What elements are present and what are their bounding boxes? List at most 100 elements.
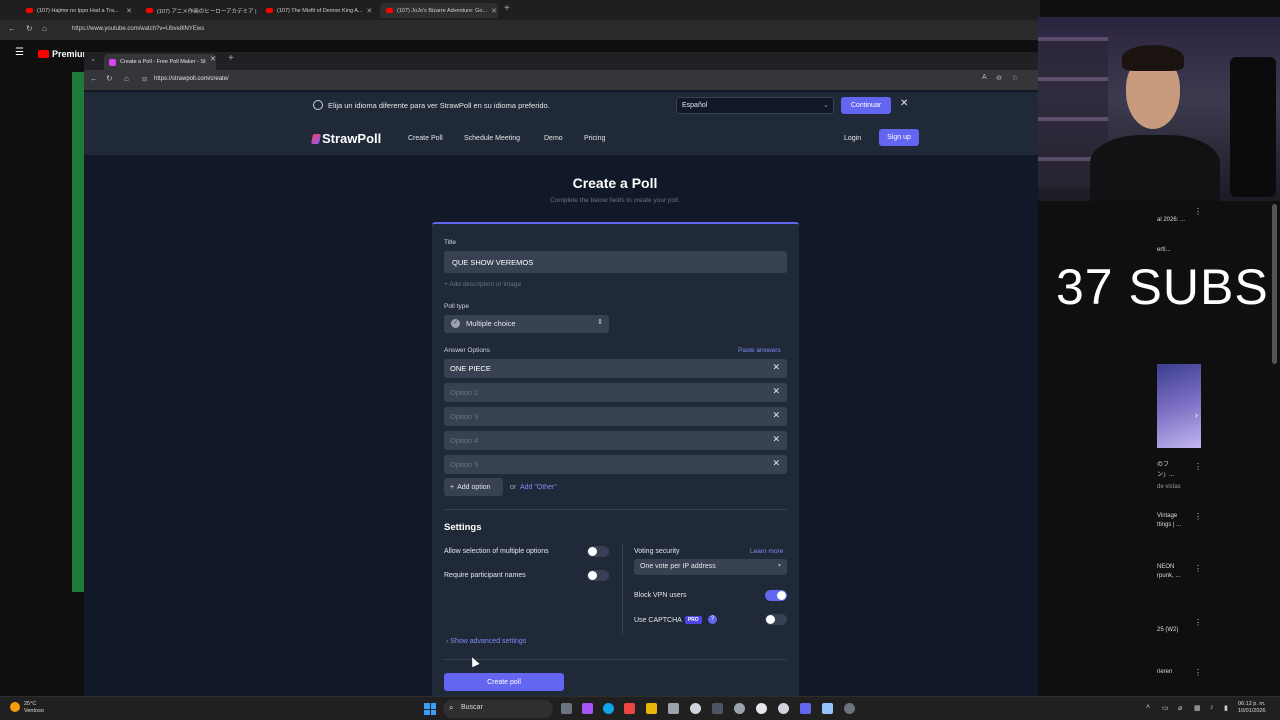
recommendation-title[interactable]: al 2026: ... [1157,216,1185,224]
star-icon[interactable]: ☆ [1012,74,1018,82]
recommendation-title[interactable]: ttings | ... [1157,521,1181,529]
require-names-toggle[interactable] [587,570,609,581]
back-icon[interactable]: ← [8,24,16,33]
chevron-right-icon[interactable]: › [1195,410,1198,420]
close-icon[interactable]: ✕ [900,98,908,109]
close-icon[interactable]: ✕ [210,55,216,63]
allow-multiple-toggle[interactable] [587,546,609,557]
remove-option-icon[interactable]: ✕ [772,410,780,421]
taskbar-search[interactable]: ⌕ Buscar [443,700,553,718]
continue-button[interactable]: Continuar [841,97,891,114]
tray-icon[interactable]: ⌀ [1178,704,1182,712]
app-icon[interactable] [668,703,679,714]
recommendation-title[interactable]: NEON [1157,563,1174,571]
option-input-1[interactable]: ONE PIECE ✕ [444,359,787,378]
windows-start-icon[interactable] [424,703,436,715]
app-icon[interactable] [822,703,833,714]
tray-chevron-icon[interactable]: ˄ [1146,704,1150,711]
close-icon[interactable]: ✕ [491,7,497,15]
recommendation-title[interactable]: ertí... [1157,246,1171,254]
youtube-logo[interactable]: Premium [38,49,91,59]
nav-demo[interactable]: Demo [544,135,563,142]
nav-create-poll[interactable]: Create Poll [408,135,443,142]
recommendation-title[interactable]: のフ [1157,461,1169,469]
obs-icon[interactable] [756,703,767,714]
new-tab-icon[interactable]: + [228,53,234,64]
discord-icon[interactable] [800,703,811,714]
option-input-5[interactable]: Option 5 ✕ [444,455,787,474]
paste-answers-link[interactable]: Paste answers [738,347,781,354]
strawpoll-logo[interactable]: StrawPoll [310,131,381,146]
remove-option-icon[interactable]: ✕ [772,458,780,469]
outer-tab[interactable]: (107) The Misfit of Demon King A... ✕ [260,3,378,18]
show-advanced-settings[interactable]: › Show advanced settings [446,638,526,645]
use-captcha-toggle[interactable] [765,614,787,625]
recommendation-title[interactable]: rpunk, ... [1157,572,1180,580]
remove-option-icon[interactable]: ✕ [772,362,780,373]
add-description-link[interactable]: + Add description or image [444,281,521,288]
recommendation-title[interactable]: 25 (W2) [1157,626,1178,634]
app-icon[interactable] [690,703,701,714]
recommendation-title[interactable]: Vintage [1157,512,1177,520]
brave-icon[interactable] [624,703,635,714]
title-input[interactable]: QUE SHOW VEREMOS [444,251,787,273]
nav-schedule-meeting[interactable]: Schedule Meeting [464,135,520,142]
weather-icon[interactable] [10,702,20,712]
outer-tab[interactable]: (107) Hajime no Ippo Had a Tra... ✕ [20,3,138,18]
close-icon[interactable]: ✕ [367,7,373,15]
volume-icon[interactable]: ♪ [1210,704,1214,711]
poll-type-select[interactable]: ✓ Multiple choice ⇕ [444,315,609,333]
voting-security-select[interactable]: One vote per IP address ▾ [634,559,787,575]
add-option-button[interactable]: + Add option [444,478,503,496]
more-icon[interactable]: ⋮ [1194,668,1202,677]
app-icon[interactable] [844,703,855,714]
add-other-link[interactable]: Add "Other" [520,484,557,491]
inner-tab-active[interactable]: Create a Poll - Free Poll Maker - St [104,54,216,70]
nav-pricing[interactable]: Pricing [584,135,605,142]
tray-icon[interactable]: ▭ [1162,704,1169,712]
home-icon[interactable]: ⌂ [42,24,47,33]
back-icon[interactable]: ← [90,74,98,83]
outer-url[interactable]: https://www.youtube.com/watch?v=Ubve8lNY… [72,26,204,32]
create-poll-button[interactable]: Create poll [444,673,564,691]
more-icon[interactable]: ⋮ [1194,207,1202,216]
new-tab-icon[interactable]: + [504,3,510,14]
menu-icon[interactable]: ☰ [15,47,24,58]
more-icon[interactable]: ⋮ [1194,564,1202,573]
reload-icon[interactable]: ↻ [26,24,33,33]
outer-tab[interactable]: (107) アニメ作画のヒーローアカデミア | Pr...✕ [140,3,258,18]
block-vpn-toggle[interactable] [765,590,787,601]
recommendation-title[interactable]: rieren [1157,668,1172,676]
recommendation-thumbnail[interactable] [1157,364,1201,448]
more-icon[interactable]: ⋮ [1194,618,1202,627]
home-icon[interactable]: ⌂ [124,74,129,83]
capcut-icon[interactable] [712,703,723,714]
site-info-icon[interactable]: ⊟ [142,76,147,83]
help-icon[interactable]: ? [708,615,717,624]
inner-url[interactable]: https://strawpoll.com/create/ [154,76,229,82]
taskbar-clock[interactable]: 06:12 p. m. 10/01/2026 [1238,701,1266,715]
language-select[interactable]: Español ⌄ [676,97,834,114]
more-icon[interactable]: ⋮ [1194,462,1202,471]
more-icon[interactable]: ⋮ [1194,512,1202,521]
option-input-2[interactable]: Option 2 ✕ [444,383,787,402]
tab-list-icon[interactable]: ⌄ [90,55,96,63]
option-input-4[interactable]: Option 4 ✕ [444,431,787,450]
settings-icon[interactable] [734,703,745,714]
option-input-3[interactable]: Option 3 ✕ [444,407,787,426]
signup-button[interactable]: Sign up [879,129,919,146]
reload-icon[interactable]: ↻ [106,74,113,83]
remove-option-icon[interactable]: ✕ [772,434,780,445]
remove-option-icon[interactable]: ✕ [772,386,780,397]
learn-more-link[interactable]: Learn more [750,548,783,555]
task-view-icon[interactable] [561,703,572,714]
translate-icon[interactable]: A [982,74,987,81]
edge-icon[interactable] [603,703,614,714]
battery-icon[interactable]: ▮ [1224,704,1228,712]
close-icon[interactable]: ✕ [126,7,132,15]
reader-icon[interactable]: ⊖ [996,74,1002,82]
media-player-icon[interactable] [778,703,789,714]
recommendation-title[interactable]: ン」... [1157,471,1174,479]
app-icon[interactable] [582,703,593,714]
network-icon[interactable]: ▦ [1194,704,1201,712]
